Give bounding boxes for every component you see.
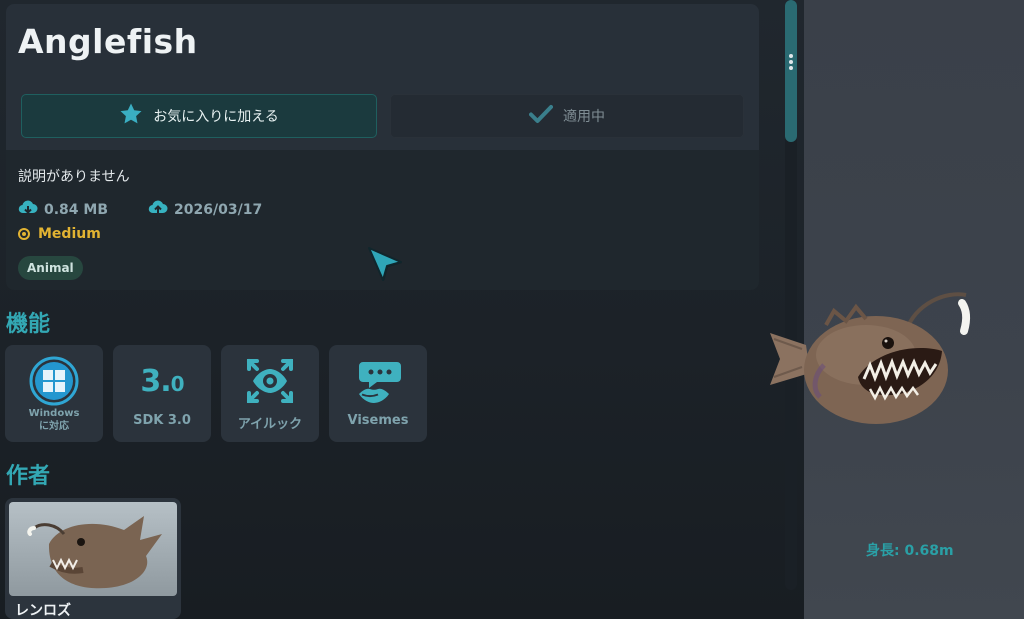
visemes-icon xyxy=(329,353,427,409)
feature-windows-line2: に対応 xyxy=(39,421,69,432)
mouse-pointer-icon xyxy=(365,244,405,288)
performance-value: Medium xyxy=(38,226,101,242)
performance-rating: Medium xyxy=(18,226,101,242)
file-size: 0.84 MB xyxy=(18,200,108,220)
star-icon xyxy=(119,102,143,130)
feature-windows[interactable]: Windows に対応 xyxy=(5,345,103,442)
features-heading: 機能 xyxy=(6,312,51,337)
feature-windows-line1: Windows xyxy=(28,408,80,419)
avatar-height-label: 身長: 0.68m xyxy=(866,543,954,559)
feature-sdk-label: SDK 3.0 xyxy=(133,413,191,428)
feature-sdk[interactable]: 3.0 SDK 3.0 xyxy=(113,345,211,442)
tag-badge[interactable]: Animal xyxy=(18,256,83,280)
check-icon xyxy=(529,104,553,128)
windows-icon xyxy=(5,353,103,409)
detail-header: Anglefish お気に入りに加える 適用中 xyxy=(6,4,759,150)
feature-visemes[interactable]: Visemes xyxy=(329,345,427,442)
avatar-3d-preview[interactable] xyxy=(766,285,976,434)
author-name: レンロズ xyxy=(15,603,71,619)
sdk-version-icon: 3.0 xyxy=(113,353,211,409)
avatar-title: Anglefish xyxy=(18,22,198,61)
add-favorite-label: お気に入りに加える xyxy=(153,109,279,125)
author-avatar-thumbnail xyxy=(9,502,177,596)
upload-date-value: 2026/03/17 xyxy=(174,202,263,218)
applied-label: 適用中 xyxy=(563,109,605,125)
sdk-icon-main: 3. xyxy=(140,363,171,399)
feature-eye-look[interactable]: アイルック xyxy=(221,345,319,442)
cloud-download-icon xyxy=(18,200,38,220)
feature-windows-label: Windows に対応 xyxy=(5,407,103,433)
file-size-value: 0.84 MB xyxy=(44,202,109,218)
eye-look-icon xyxy=(221,353,319,409)
meta-row: 0.84 MB 2026/03/17 xyxy=(18,200,302,220)
feature-visemes-label: Visemes xyxy=(347,413,409,428)
upload-date: 2026/03/17 xyxy=(148,200,262,220)
author-card[interactable]: レンロズ xyxy=(5,498,181,619)
add-favorite-button[interactable]: お気に入りに加える xyxy=(21,94,377,138)
feature-eye-look-label: アイルック xyxy=(237,417,303,432)
author-heading: 作者 xyxy=(6,464,51,489)
description-text: 説明がありません xyxy=(18,169,130,185)
sdk-icon-small: 0 xyxy=(170,371,185,396)
applied-button[interactable]: 適用中 xyxy=(390,94,744,138)
cloud-upload-icon xyxy=(148,200,168,220)
performance-icon xyxy=(18,228,30,240)
scroll-grip-icon xyxy=(786,52,796,74)
